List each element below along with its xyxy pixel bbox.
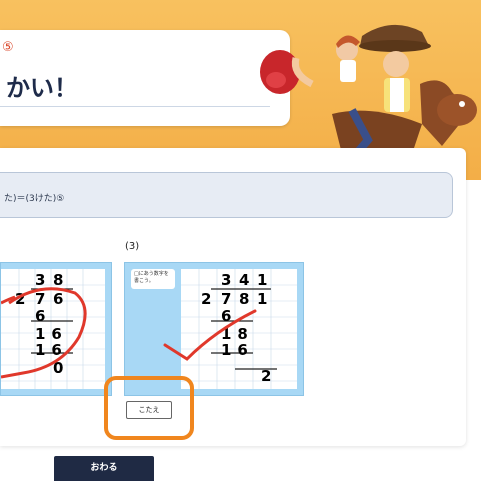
question-number: (3) — [125, 241, 140, 252]
problem-header: た)＝(3けた)⑤ — [0, 172, 453, 218]
character-illustration — [260, 24, 477, 154]
finish-button[interactable]: おわる — [54, 456, 154, 481]
title-divider — [0, 106, 270, 107]
page-title: かい！ — [6, 74, 78, 102]
correct-circle-mark — [1, 287, 87, 379]
title-card: ⑤ かい！ — [0, 30, 290, 126]
problem-card-2: 3 8 2 7 6 6 16 16 0 — [0, 262, 112, 396]
problem-title: た)＝(3けた)⑤ — [4, 194, 65, 204]
answer-button-highlight — [104, 376, 194, 440]
lesson-number: ⑤ — [2, 40, 14, 55]
